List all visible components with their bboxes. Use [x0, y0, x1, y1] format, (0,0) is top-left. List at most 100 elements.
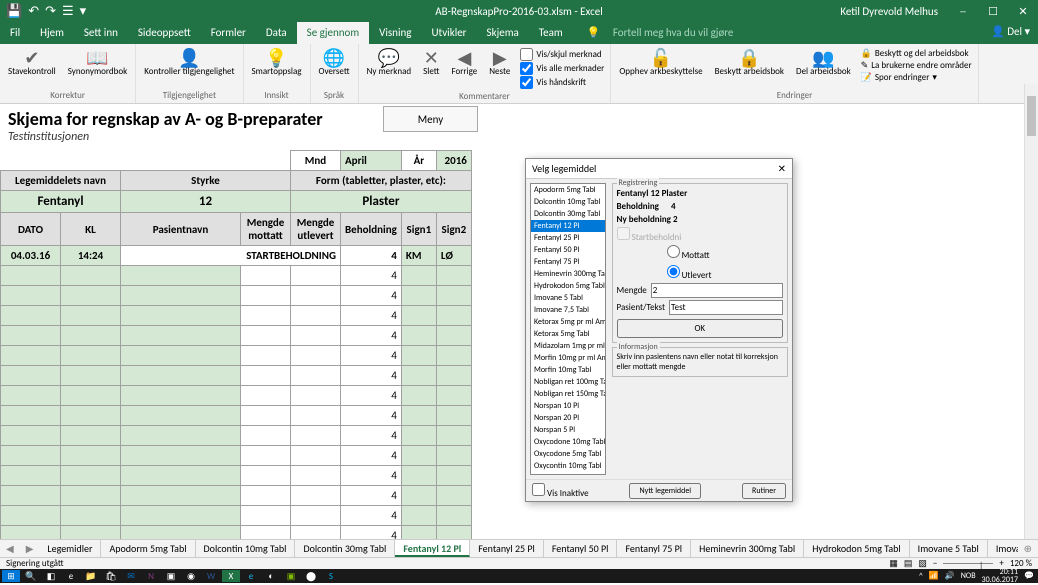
maximize-icon[interactable]: ☐ [978, 5, 1008, 18]
list-item[interactable]: Morfin 10mg Tabl [531, 364, 605, 376]
protect-button[interactable]: 🔒Beskytt arbeidsbok [711, 46, 788, 85]
outlook-icon[interactable]: ✉ [122, 570, 140, 582]
minimize-icon[interactable]: ─ [948, 5, 978, 18]
cell-s1[interactable]: KM [401, 246, 436, 266]
tab-hjem[interactable]: Hjem [30, 22, 74, 44]
chrome-icon[interactable]: ◉ [182, 570, 200, 582]
sheet-tab[interactable]: Hydrokodon 5mg Tabl [804, 540, 909, 557]
tab-team[interactable]: Team [529, 22, 573, 44]
list-item[interactable]: Ketorax 5mg pr ml Amp [531, 316, 605, 328]
redo-icon[interactable]: ↷ [45, 4, 56, 19]
app2-icon[interactable]: ◐ [262, 570, 280, 582]
sheet-tab[interactable]: Fentanyl 75 Pl [617, 540, 691, 557]
tab-fil[interactable]: Fil [0, 22, 30, 44]
tab-utvikler[interactable]: Utvikler [421, 22, 476, 44]
tab-data[interactable]: Data [256, 22, 297, 44]
skype-icon[interactable]: S [322, 570, 340, 582]
meny-button[interactable]: Meny [383, 106, 478, 132]
tab-formler[interactable]: Formler [201, 22, 256, 44]
explorer-icon[interactable]: 📁 [82, 570, 100, 582]
tray-net-icon[interactable]: 📶 [929, 571, 939, 581]
mengde-input[interactable] [651, 283, 783, 298]
radio-utlevert[interactable]: Utlevert [667, 265, 712, 281]
rutiner-button[interactable]: Rutiner [742, 483, 786, 499]
sheetnav-next-icon[interactable]: ▶ [20, 540, 40, 557]
list-item[interactable]: Imovane 5 Tabl [531, 292, 605, 304]
tray-vol-icon[interactable]: 🔊 [945, 571, 955, 581]
chk-allowedit[interactable]: ✎La brukerne endre områder [861, 60, 972, 71]
undo-icon[interactable]: ↶ [28, 4, 39, 19]
list-item[interactable]: Heminevrin 300mg Tabl [531, 268, 605, 280]
sheetnav-prev-icon[interactable]: ◀ [0, 540, 20, 557]
sheet-tab[interactable]: Legemidler [39, 540, 101, 557]
list-item[interactable]: Oxycodone 10mg Tabl [531, 436, 605, 448]
pasient-input[interactable] [669, 300, 783, 315]
chk-visinaktive[interactable]: Vis Inaktive [532, 483, 589, 499]
view-page-icon[interactable]: ▤ [904, 558, 913, 569]
sheet-tab[interactable]: Imovane ... [988, 540, 1018, 557]
sheet-tab[interactable]: Apodorm 5mg Tabl [101, 540, 195, 557]
sheet-tab[interactable]: Dolcontin 30mg Tabl [295, 540, 395, 557]
list-item[interactable]: Midazolam 1mg pr ml Amp [531, 340, 605, 352]
sheet-tab[interactable]: Heminevrin 300mg Tabl [691, 540, 804, 557]
view-normal-icon[interactable]: ▦ [889, 558, 898, 569]
ie-icon[interactable]: e [242, 570, 260, 582]
list-item[interactable]: Dolcontin 10mg Tabl [531, 196, 605, 208]
sheet-grid[interactable]: Mnd April År 2016 Legemiddelets navn Sty… [0, 150, 472, 566]
search-icon[interactable]: 🔍 [22, 570, 40, 582]
tab-segjennom[interactable]: Se gjennom [297, 22, 369, 44]
save-icon[interactable]: 💾 [6, 4, 22, 19]
translate-button[interactable]: 🌐Oversett [315, 46, 354, 77]
next-button[interactable]: ▶Neste [485, 46, 514, 91]
tray-up-icon[interactable]: ^ [919, 571, 923, 581]
chk-ink[interactable]: Vis håndskrift [520, 76, 604, 89]
excel-icon[interactable]: X [222, 570, 240, 582]
cell-dato[interactable]: 04.03.16 [1, 246, 61, 266]
tab-sideoppsett[interactable]: Sideoppsett [128, 22, 201, 44]
list-item[interactable]: Oxycodone 5mg Tabl [531, 448, 605, 460]
cell-kl[interactable]: 14:24 [61, 246, 121, 266]
legemiddel-listbox[interactable]: Apodorm 5mg TablDolcontin 10mg TablDolco… [530, 183, 606, 475]
tab-settinn[interactable]: Sett inn [74, 22, 128, 44]
thesaurus-button[interactable]: 📖Synonymordbok [64, 46, 131, 77]
store-icon[interactable]: 🛍 [102, 570, 120, 582]
app3-icon[interactable]: ▣ [282, 570, 300, 582]
list-item[interactable]: Apodorm 5mg Tabl [531, 184, 605, 196]
sheet-add-icon[interactable]: ⊕ [1018, 540, 1038, 557]
accessibility-button[interactable]: 👤Kontroller tilgjengelighet [140, 46, 238, 77]
chk-startbeh[interactable]: Startbeholdni [617, 227, 682, 243]
touch-icon[interactable]: ☰ [62, 4, 74, 19]
newcomment-button[interactable]: 💬Ny merknad [363, 46, 416, 91]
radio-mottatt[interactable]: Mottatt [667, 245, 710, 261]
app-icon[interactable]: ▣ [162, 570, 180, 582]
onenote-icon[interactable]: N [142, 570, 160, 582]
nytt-legemiddel-button[interactable]: Nytt legemiddel [629, 483, 701, 499]
app4-icon[interactable]: ⬤ [302, 570, 320, 582]
list-item[interactable]: Nobligan ret 100mg Tabl [531, 376, 605, 388]
sheet-tab[interactable]: Imovane 5 Tabl [910, 540, 988, 557]
vertical-scrollbar[interactable] [1024, 84, 1038, 539]
tell-me[interactable]: 💡 Fortell meg hva du vil gjøre [577, 22, 754, 44]
tray-lang[interactable]: NOB [961, 571, 976, 581]
qat-more-icon[interactable]: ▾ [80, 4, 87, 19]
list-item[interactable]: Dolcontin 30mg Tabl [531, 208, 605, 220]
worksheet[interactable]: Skjema for regnskap av A- og B-preparate… [0, 104, 1038, 566]
list-item[interactable]: Ketorax 5mg Tabl [531, 328, 605, 340]
cell-beh[interactable]: 4 [341, 246, 402, 266]
chk-track[interactable]: 📝Spor endringer ▾ [861, 72, 972, 83]
tab-skjema[interactable]: Skjema [477, 22, 529, 44]
list-item[interactable]: Norspan 10 Pl [531, 400, 605, 412]
list-item[interactable]: Fentanyl 50 Pl [531, 244, 605, 256]
start-icon[interactable]: ⊞ [2, 570, 20, 582]
spellcheck-button[interactable]: ✔Stavekontroll [4, 46, 60, 77]
tab-visning[interactable]: Visning [369, 22, 421, 44]
share-wb-button[interactable]: 👥Del arbeidsbok [792, 46, 855, 85]
list-item[interactable]: Morfin 10mg pr ml Amp [531, 352, 605, 364]
tray-notif-icon[interactable]: 💬 [1024, 571, 1034, 581]
chk-showall[interactable]: Vis alle merknader [520, 62, 604, 75]
chk-protectshare[interactable]: 🔒Beskytt og del arbeidsbok [861, 48, 972, 59]
ok-button[interactable]: OK [617, 319, 783, 338]
delete-button[interactable]: ✕Slett [419, 46, 443, 91]
chk-showhide[interactable]: Vis/skjul merknad [520, 48, 604, 61]
list-item[interactable]: Oxycontin 10mg Tabl [531, 460, 605, 472]
